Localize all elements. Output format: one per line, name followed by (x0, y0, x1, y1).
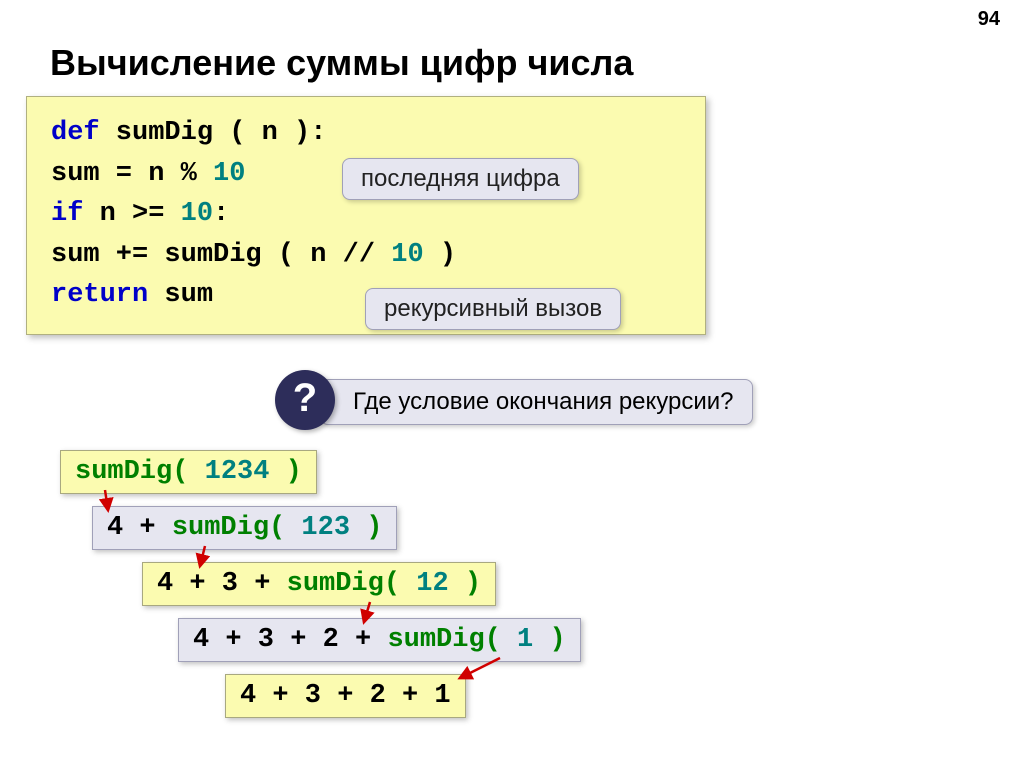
fn-name: sumDig( (75, 457, 188, 487)
arg: 1234 (188, 457, 285, 487)
fn-name: sumDig( (387, 625, 500, 655)
code-text: sum (148, 280, 213, 310)
fn-name: sumDig( (287, 569, 400, 599)
arg: 12 (400, 569, 465, 599)
arg: 1 (501, 625, 550, 655)
paren: ) (286, 457, 302, 487)
slide-title: Вычисление суммы цифр числа (50, 42, 633, 84)
recursion-step-5: 4 + 3 + 2 + 1 (225, 674, 466, 718)
code-text: n >= (83, 199, 180, 229)
literal-10: 10 (213, 159, 245, 189)
literal-10: 10 (391, 240, 423, 270)
recursion-step-3: 4 + 3 + sumDig( 12 ) (142, 562, 496, 606)
keyword-if: if (51, 199, 83, 229)
code-text: sumDig ( n ): (100, 118, 327, 148)
expr: 4 + (107, 513, 172, 543)
callout-recursive-call: рекурсивный вызов (365, 288, 621, 330)
arg: 123 (285, 513, 366, 543)
question-text: Где условие окончания рекурсии? (320, 379, 753, 425)
code-line-3: if n >= 10: (51, 194, 681, 235)
keyword-return: return (51, 280, 148, 310)
code-line-1: def sumDig ( n ): (51, 113, 681, 154)
callout-last-digit: последняя цифра (342, 158, 579, 200)
expr: 4 + 3 + (157, 569, 287, 599)
code-text: : (213, 199, 229, 229)
question-mark-icon: ? (275, 370, 335, 430)
page-number: 94 (978, 8, 1000, 31)
recursion-step-2: 4 + sumDig( 123 ) (92, 506, 397, 550)
keyword-def: def (51, 118, 100, 148)
paren: ) (549, 625, 565, 655)
fn-name: sumDig( (172, 513, 285, 543)
code-line-4: sum += sumDig ( n // 10 ) (51, 235, 681, 276)
code-text: sum = n % (51, 159, 213, 189)
literal-10: 10 (181, 199, 213, 229)
paren: ) (465, 569, 481, 599)
recursion-step-1: sumDig( 1234 ) (60, 450, 317, 494)
code-text: ) (424, 240, 456, 270)
paren: ) (366, 513, 382, 543)
recursion-step-4: 4 + 3 + 2 + sumDig( 1 ) (178, 618, 581, 662)
code-text: sum += sumDig ( n // (51, 240, 391, 270)
expr: 4 + 3 + 2 + (193, 625, 387, 655)
